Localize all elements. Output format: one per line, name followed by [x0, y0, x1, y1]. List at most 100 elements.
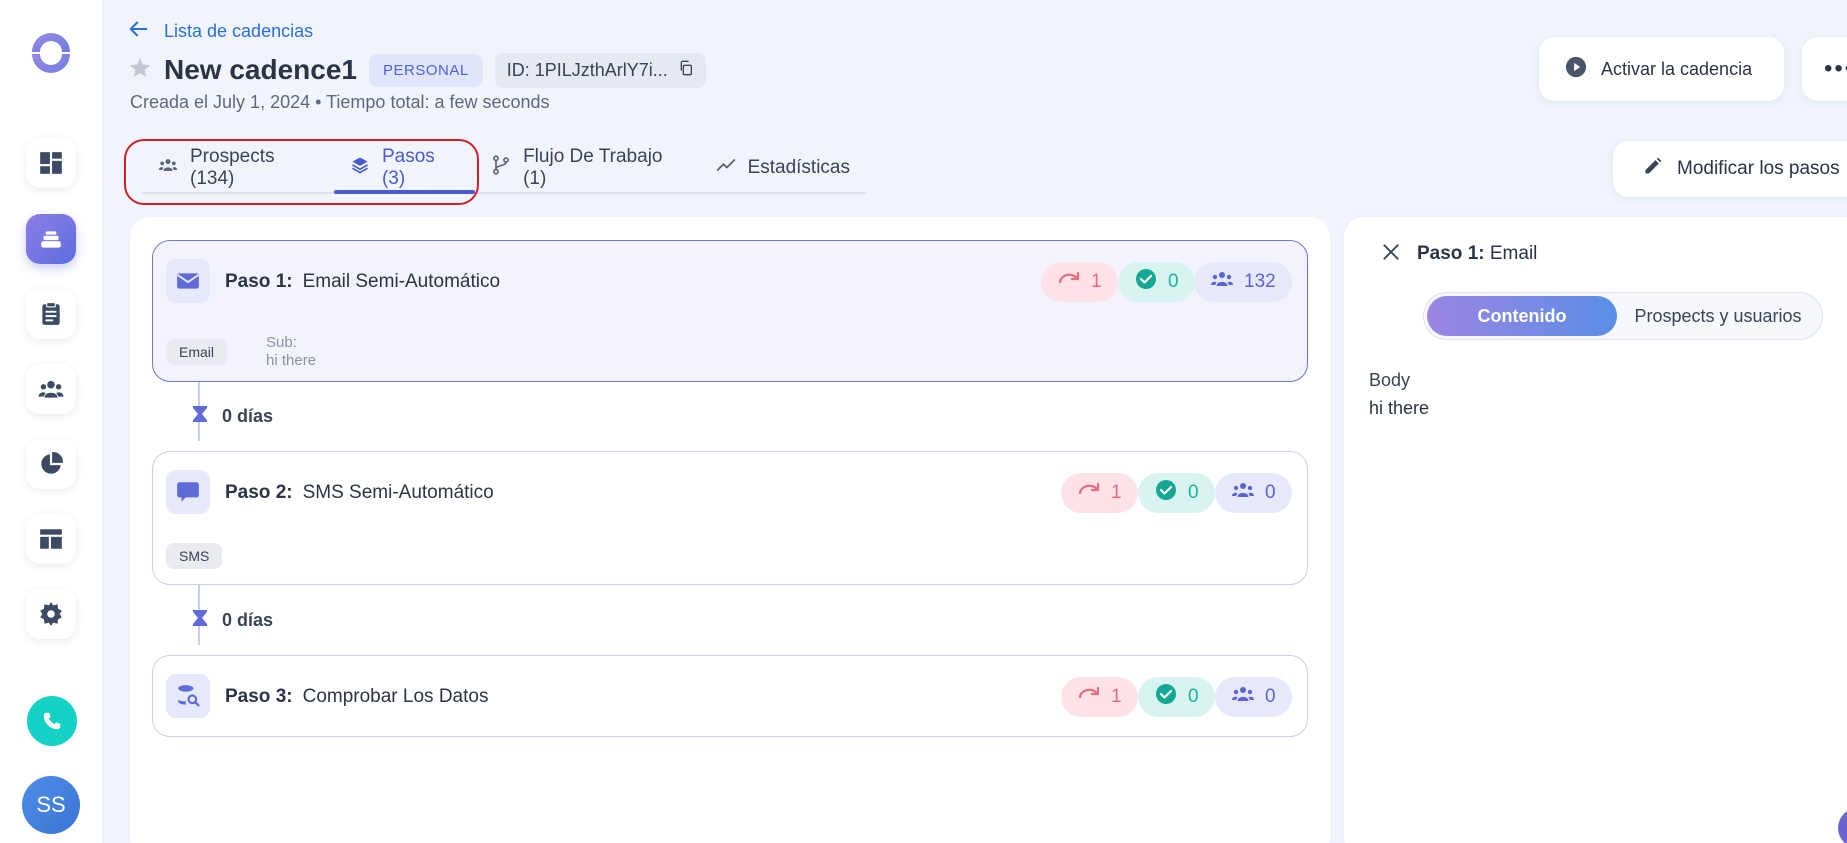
- contacts-icon[interactable]: [26, 364, 76, 414]
- detail-segmented-control: Contenido Prospects y usuarios: [1423, 292, 1823, 340]
- page-title: New cadence1: [164, 54, 357, 85]
- step-1-prefix: Paso 1:: [225, 271, 293, 292]
- activate-label: Activar la cadencia: [1601, 58, 1753, 79]
- hourglass-icon: [192, 609, 208, 632]
- step-card-2[interactable]: Paso 2: SMS Semi-Automático 1 0 0 SMS: [152, 451, 1308, 585]
- phone-icon[interactable]: [27, 696, 77, 746]
- step-1-prospects-pill: 132: [1194, 262, 1292, 302]
- tabs-bar: Prospects (134) Pasos (3) Flujo De Traba…: [142, 144, 866, 194]
- detail-title-name: Email: [1489, 243, 1538, 264]
- check-circle-icon: [1154, 682, 1178, 712]
- back-to-cadences-link[interactable]: Lista de cadencias: [128, 18, 313, 45]
- templates-icon[interactable]: [26, 514, 76, 564]
- database-search-icon: [166, 674, 210, 718]
- play-circle-icon: [1565, 56, 1587, 83]
- chat-icon: [166, 470, 210, 514]
- modify-steps-label: Modificar los pasos: [1677, 158, 1840, 179]
- steps-panel: Paso 1: Email Semi-Automático 1 0 132 Ema…: [130, 217, 1330, 843]
- seg-prospects-users[interactable]: Prospects y usuarios: [1617, 296, 1819, 336]
- step-3-name: Comprobar Los Datos: [302, 686, 489, 707]
- step-3-prospects-count: 0: [1265, 686, 1276, 707]
- activate-cadence-button[interactable]: Activar la cadencia: [1539, 37, 1784, 101]
- tab-steps[interactable]: Pasos (3): [333, 144, 476, 194]
- arrow-left-icon: [128, 18, 150, 45]
- step-3-skipped-count: 1: [1111, 686, 1122, 707]
- seg-content[interactable]: Contenido: [1427, 296, 1617, 336]
- step-1-done-count: 0: [1168, 271, 1179, 292]
- pencil-icon: [1643, 156, 1663, 182]
- title-row: New cadence1 PERSONAL ID: 1PILJzthArlY7i…: [128, 52, 706, 88]
- step-2-skipped-count: 1: [1111, 482, 1122, 503]
- step-3-label: Paso 3: Comprobar Los Datos: [225, 686, 488, 708]
- step-1-name: Email Semi-Automático: [302, 271, 501, 292]
- users-icon: [1231, 682, 1255, 712]
- star-icon[interactable]: [128, 56, 152, 85]
- check-circle-icon: [1154, 478, 1178, 508]
- dashboard-icon[interactable]: [26, 138, 76, 188]
- workflow-icon: [491, 155, 511, 181]
- tab-workflow-label: Flujo De Trabajo (1): [523, 146, 663, 189]
- detail-title: Paso 1: Email: [1417, 243, 1537, 265]
- tab-workflow[interactable]: Flujo De Trabajo (1): [475, 144, 699, 192]
- step-1-type-chip: Email: [166, 339, 228, 365]
- step-2-prospects-count: 0: [1265, 482, 1276, 503]
- step-1-prospects-count: 132: [1244, 271, 1276, 292]
- step-2-done-pill: 0: [1138, 473, 1215, 513]
- redo-arrow-icon: [1057, 267, 1081, 297]
- redo-arrow-icon: [1077, 478, 1101, 508]
- step-2-name: SMS Semi-Automático: [302, 482, 494, 503]
- step-card-3[interactable]: Paso 3: Comprobar Los Datos 1 0 0: [152, 655, 1308, 737]
- delay-1: 0 días: [192, 405, 273, 428]
- step-1-skipped-count: 1: [1091, 271, 1102, 292]
- detail-title-prefix: Paso 1:: [1417, 243, 1485, 264]
- delay-2: 0 días: [192, 609, 273, 632]
- step-1-subject: Sub: hi there: [266, 334, 316, 370]
- tasks-icon[interactable]: [26, 289, 76, 339]
- layers-icon: [350, 155, 370, 181]
- tab-prospects[interactable]: Prospects (134): [142, 144, 334, 192]
- step-2-prospects-pill: 0: [1215, 473, 1292, 513]
- delay-1-label: 0 días: [222, 406, 274, 426]
- hourglass-icon: [192, 405, 208, 428]
- settings-icon[interactable]: [26, 589, 76, 639]
- tab-statistics[interactable]: Estadísticas: [700, 144, 866, 192]
- step-1-sub-label: Sub:: [266, 334, 297, 351]
- step-1-skipped-pill: 1: [1041, 262, 1118, 302]
- body-label: Body: [1369, 370, 1411, 390]
- step-2-skipped-pill: 1: [1061, 473, 1138, 513]
- step-2-type-chip: SMS: [166, 543, 223, 569]
- step-card-1[interactable]: Paso 1: Email Semi-Automático 1 0 132 Ema…: [152, 240, 1308, 382]
- modify-steps-button[interactable]: Modificar los pasos: [1613, 141, 1847, 197]
- step-3-prospects-pill: 0: [1215, 677, 1292, 717]
- avatar-initials: SS: [36, 792, 66, 817]
- step-3-prefix: Paso 3:: [225, 686, 293, 707]
- tab-steps-label: Pasos (3): [381, 146, 435, 189]
- step-3-done-pill: 0: [1138, 677, 1215, 717]
- redo-arrow-icon: [1077, 682, 1101, 712]
- step-3-skipped-pill: 1: [1061, 677, 1138, 717]
- more-options-button[interactable]: •••: [1802, 37, 1847, 101]
- trend-icon: [716, 155, 736, 181]
- step-2-done-count: 0: [1188, 482, 1199, 503]
- check-circle-icon: [1134, 267, 1158, 297]
- sidebar: SS: [0, 0, 102, 843]
- app-logo[interactable]: [27, 28, 75, 76]
- users-icon: [1210, 267, 1234, 297]
- tab-prospects-label: Prospects (134): [190, 146, 275, 189]
- cadence-id-text: ID: 1PILJzthArlY7i...: [506, 59, 668, 80]
- close-icon[interactable]: [1378, 239, 1404, 265]
- delay-2-label: 0 días: [222, 610, 274, 630]
- user-avatar[interactable]: SS: [22, 776, 80, 834]
- step-1-done-pill: 0: [1118, 262, 1195, 302]
- step-2-prefix: Paso 2:: [225, 482, 293, 503]
- cadence-subtitle: Creada el July 1, 2024 • Tiempo total: a…: [130, 92, 550, 112]
- cadences-icon[interactable]: [26, 214, 76, 264]
- visibility-badge: PERSONAL: [369, 53, 483, 87]
- more-dots-icon: •••: [1824, 55, 1847, 82]
- users-icon: [158, 155, 178, 181]
- users-icon: [1231, 478, 1255, 508]
- cadence-id-box: ID: 1PILJzthArlY7i...: [494, 52, 706, 88]
- reports-icon[interactable]: [26, 439, 76, 489]
- copy-icon[interactable]: [678, 60, 694, 81]
- tab-statistics-label: Estadísticas: [747, 157, 850, 178]
